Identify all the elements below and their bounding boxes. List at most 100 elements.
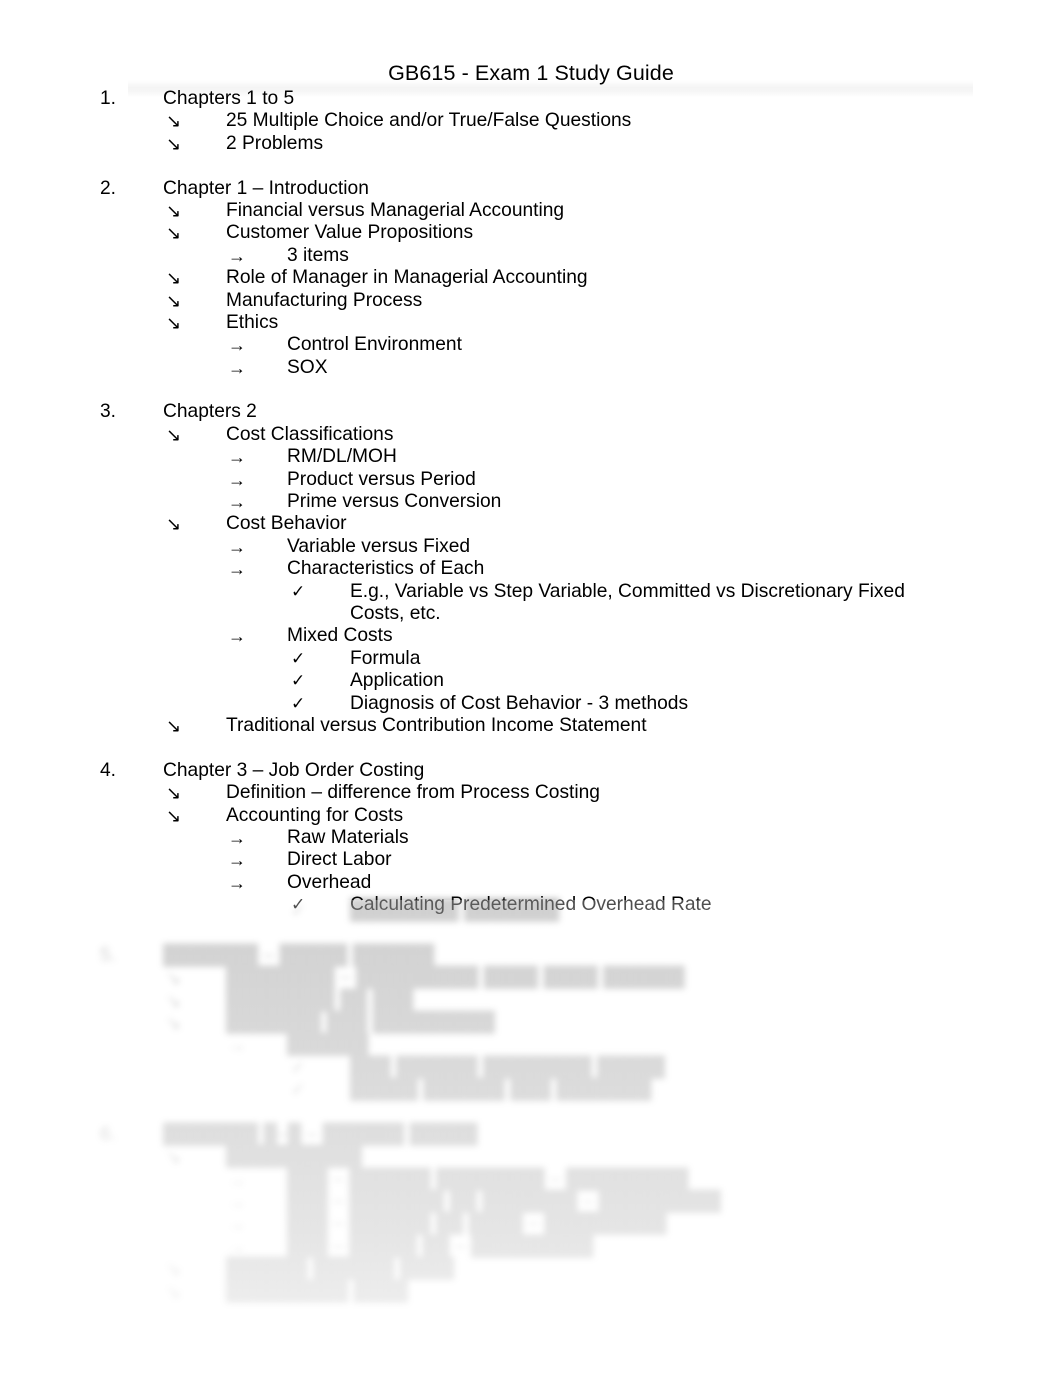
outline-list-item: ↘ Definition – difference from Process Co… [0,782,1062,804]
obscured-list-item: ↘ █████████ ████ [0,1281,1062,1303]
outline-section-heading: 4. Chapter 3 – Job Order Costing [0,760,1062,782]
outline-list-item: ✓ Formula [0,648,1062,670]
outline-list-item: ✓ Application [0,670,1062,692]
section-number: 4. [100,759,117,781]
arrow-right-icon: → [228,1169,246,1190]
arrow-southeast-icon: ↘ [166,312,182,333]
list-item-label: █████████ ████ [226,1280,409,1302]
section-number: 1. [100,88,117,109]
outline-list-item: ↘ 2 Problems [0,133,1062,155]
list-item-label: ████████ ██ ███ [226,989,414,1011]
list-item-label: ███ – ██████ ████████ – █████████ [287,1168,689,1190]
obscured-list-item: ↘ ██████ ██████ ████ [0,1258,1062,1280]
outline-list-item: → 3 items [0,245,1062,267]
outline-body: 1. Chapters 1 to 5 ↘ 25 Multiple Choice and… [0,88,1062,916]
outline-list-item: ↘ 25 Multiple Choice and/or True/False Qu… [0,110,1062,132]
section-heading-text: Chapter 3 – Job Order Costing [163,759,425,781]
list-item-label: Cost Classifications [226,423,394,445]
arrow-right-icon: → [228,469,246,490]
arrow-right-icon: → [228,850,246,871]
obscured-list-item: ✓ █████ ██████ ███ ███████ [0,1079,1062,1101]
outline-list-item: → Prime versus Conversion [0,491,1062,513]
obscured-list-item: ↘ ████████ ██ ███ [0,990,1062,1012]
list-item-label: E.g., Variable vs Step Variable, Committ… [350,580,905,624]
outline-list-item: → Characteristics of Each [0,558,1062,580]
arrow-southeast-icon: ↘ [166,715,182,736]
list-item-label: Application [350,670,444,692]
outline-list-item: ↘ Manufacturing Process [0,290,1062,312]
outline-list-item: → RM/DL/MOH [0,446,1062,468]
obscured-list-item: → ███ – █████ ██ – █████████ [0,1236,1062,1258]
obscured-list-item: ↘ ██████████ [0,1146,1062,1168]
arrow-southeast-icon: ↘ [166,290,182,311]
list-item-label: █████ ██████ ███ ███████ [350,1079,652,1101]
list-item-label: Definition – difference from Process Cos… [226,782,600,804]
section-number: 6. [100,1123,117,1145]
preview-fade-overlay [0,900,1062,1377]
outline-list-item: → Product versus Period [0,469,1062,491]
outline-list-item: → Raw Materials [0,827,1062,849]
outline-list-item: ↘ Cost Behavior [0,513,1062,535]
list-item-label: Characteristics of Each [287,558,485,580]
arrow-southeast-icon: ↘ [166,268,182,289]
list-item-label: Calculating Predetermined Overhead Rate [350,894,712,916]
checkmark-icon: ✓ [291,581,306,601]
outline-list-item: ✓ E.g., Variable vs Step Variable, Commit… [0,581,1062,626]
arrow-southeast-icon: ↘ [166,424,182,445]
arrow-right-icon: → [228,872,246,893]
arrow-right-icon: → [228,492,246,513]
outline-list-item: ↘ Customer Value Propositions [0,222,1062,244]
list-item-label: Formula [350,647,421,669]
list-item-label: Ethics [226,311,279,333]
arrow-right-icon: → [228,1236,246,1257]
list-item-label: Variable versus Fixed [287,535,471,557]
outline-section-heading: 2. Chapter 1 – Introduction [0,178,1062,200]
outline-list-item: → Direct Labor [0,849,1062,871]
page-title: GB615 - Exam 1 Study Guide [388,61,674,85]
list-item-label: Cost Behavior [226,513,347,535]
arrow-southeast-icon: ↘ [166,1147,182,1168]
list-item-label: Raw Materials [287,826,409,848]
obscured-list-item: ✓ ███ ██████ ████████ █████ [0,1057,1062,1079]
arrow-southeast-icon: ↘ [166,805,182,826]
checkmark-icon: ✓ [291,693,306,713]
arrow-southeast-icon: ↘ [166,1259,182,1280]
outline-list-item: ↘ Ethics [0,312,1062,334]
outline-list-item: → Mixed Costs [0,625,1062,647]
list-item-label: ███ – ██████ ██ ████ – █████████ [287,1213,667,1235]
list-item-label: ███████ ███ █████████ [226,1011,495,1033]
arrow-southeast-icon: ↘ [166,990,182,1011]
checkmark-icon: ✓ [291,1080,306,1100]
outline-list-item: → SOX [0,357,1062,379]
list-item-label: ██████████ [226,1146,362,1168]
checkmark-icon: ✓ [291,1057,306,1077]
arrow-right-icon: → [228,559,246,580]
outline-list-item: → Variable versus Fixed [0,536,1062,558]
arrow-southeast-icon: ↘ [166,1281,182,1302]
arrow-right-icon: → [228,335,246,356]
list-item-label: Role of Manager in Managerial Accounting [226,267,588,289]
document-page: GB615 - Exam 1 Study Guide 1. Chapters 1 … [0,0,1062,1377]
arrow-southeast-icon: ↘ [166,223,182,244]
list-item-label: SOX [287,356,328,378]
obscured-list-item: → ███ – ██████ ████████ – █████████ [0,1169,1062,1191]
section-heading-text: Chapters 1 to 5 [163,88,295,109]
list-item-label: Financial versus Managerial Accounting [226,199,565,221]
section-heading-text: ███████ – █████ ██████ [163,944,435,966]
outline-section-heading: 3. Chapters 2 [0,401,1062,423]
list-item-label: Traditional versus Contribution Income S… [226,714,647,736]
list-item-label: Prime versus Conversion [287,491,502,513]
list-item-label: Control Environment [287,334,462,356]
arrow-southeast-icon: ↘ [166,783,182,804]
arrow-right-icon: → [228,245,246,266]
outline-list-item: ✓ Diagnosis of Cost Behavior - 3 methods [0,693,1062,715]
obscured-preview-region: ✓ ████████ ███████ 5. ███████ – █████ █████… [0,900,1062,1400]
list-item-label: ███ – █████ ██ – █████████ [287,1235,594,1257]
arrow-right-icon: → [228,357,246,378]
arrow-right-icon: → [228,1035,246,1056]
arrow-right-icon: → [228,1192,246,1213]
obscured-section-heading: 6. ███████ █–█ – ██████ █████ [0,1124,1062,1146]
list-item-label: Accounting for Costs [226,804,404,826]
list-item-label: Customer Value Propositions [226,222,474,244]
obscured-list-item: ↘ ████████ – █████████ ████ ████ ██████ [0,967,1062,989]
